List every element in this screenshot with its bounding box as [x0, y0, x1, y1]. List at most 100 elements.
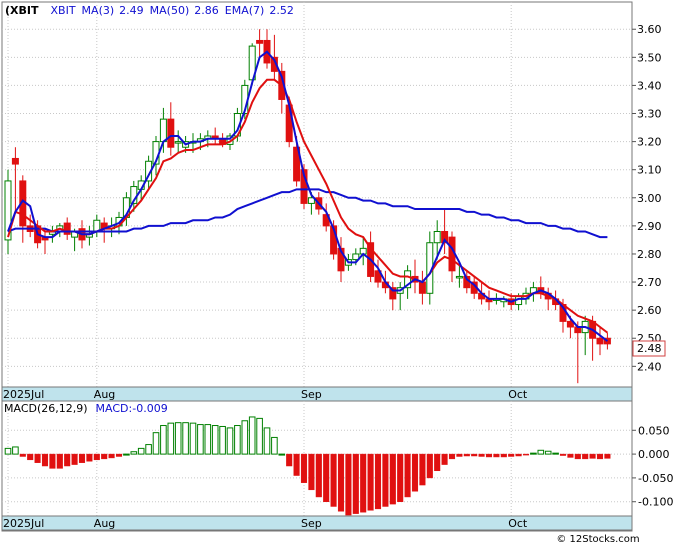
macd-bar: [71, 453, 78, 465]
macd-bar: [211, 425, 219, 455]
macd-title: MACD(26,12,9): [4, 402, 88, 415]
candle-body: [174, 141, 182, 144]
macd-bar: [367, 453, 374, 511]
candle-body: [63, 222, 71, 235]
macd-legend: MACD:-0.009: [96, 402, 168, 415]
macd-bar: [56, 453, 63, 469]
macd-bar: [604, 453, 611, 459]
price-tick-label: 2.70: [637, 276, 662, 289]
date-label: 2025Jul: [3, 388, 44, 401]
legend-ma3: MA(3): [82, 4, 115, 17]
price-tick-label: 2.90: [637, 220, 662, 233]
macd-bar: [567, 453, 574, 458]
legend-ema7-value: 2.52: [269, 4, 294, 17]
macd-bar: [493, 453, 500, 458]
macd-bar: [308, 453, 315, 491]
macd-bar: [471, 453, 478, 457]
price-tick-label: 3.60: [637, 23, 662, 36]
macd-bar: [219, 425, 226, 455]
macd-bar: [241, 420, 249, 455]
macd-bar: [27, 453, 34, 461]
price-tick-label: 2.80: [637, 248, 662, 261]
footer-credit: © 12Stocks.com: [556, 534, 639, 545]
macd-bar: [182, 422, 189, 455]
macd-bar: [256, 417, 263, 455]
macd-bar: [160, 425, 167, 455]
macd-bar: [478, 453, 485, 457]
macd-bar: [41, 453, 49, 467]
legend-ema7: EMA(7): [225, 4, 265, 17]
date-label: Oct: [508, 517, 528, 530]
svg-text:MACD(26,12,9)MACD:-0.009: MACD(26,12,9) MACD:-0.009: [4, 402, 168, 415]
macd-bar: [574, 453, 581, 460]
macd-bar: [530, 452, 537, 455]
legend-ma50: MA(50): [150, 4, 190, 17]
macd-bar: [337, 453, 345, 512]
macd-bar: [411, 453, 419, 492]
macd-tick-label: -0.050: [638, 472, 673, 485]
price-tick-label: 3.00: [637, 192, 662, 205]
macd-bar: [189, 422, 197, 455]
macd-bar: [293, 453, 300, 476]
macd-bar: [19, 453, 26, 457]
macd-bar: [197, 424, 204, 455]
date-label: Aug: [94, 517, 115, 530]
macd-bar: [582, 453, 589, 460]
legend-xbit: XBIT: [51, 4, 76, 17]
candle-body: [418, 281, 426, 294]
price-tick-label: 3.10: [637, 164, 662, 177]
stock-chart: 3.60 3.50 3.40 3.30 3.20 3.10 3.00 2.90 2.80 2.70…: [1, 1, 673, 545]
price-y-axis: 3.60 3.50 3.40 3.30 3.20 3.10 3.00 2.90 2.80 2.70…: [632, 23, 662, 373]
macd-bar: [49, 453, 56, 469]
candle-body: [159, 118, 167, 143]
candle-body: [455, 275, 463, 279]
macd-bar: [123, 453, 130, 456]
macd-bar: [537, 449, 545, 455]
candle-body: [11, 157, 19, 165]
date-label: Sep: [301, 517, 322, 530]
price-tick-label: 3.30: [637, 108, 662, 121]
date-label: Sep: [301, 388, 322, 401]
macd-bar: [456, 453, 463, 457]
macd-bar: [108, 453, 115, 459]
macd-bar: [404, 453, 411, 498]
macd-bar: [397, 453, 404, 502]
macd-bar: [78, 453, 86, 463]
macd-bar: [286, 453, 293, 467]
macd-bar: [485, 453, 493, 458]
macd-bar: [515, 453, 522, 457]
price-tick-label: 3.20: [637, 136, 662, 149]
candle-body: [167, 118, 175, 148]
macd-bar: [101, 453, 108, 460]
macd-bar: [330, 453, 337, 507]
macd-bar: [204, 424, 212, 455]
macd-bar: [352, 453, 359, 514]
macd-bar: [589, 453, 596, 459]
macd-tick-label: 0.000: [638, 448, 670, 461]
candle-body: [433, 230, 441, 244]
legend-ma3-value: 2.49: [119, 4, 144, 17]
macd-bar: [12, 446, 19, 455]
macd-bar: [382, 453, 389, 507]
macd-bar: [137, 447, 145, 455]
macd-bar: [345, 453, 352, 516]
macd-bar: [559, 453, 567, 456]
macd-bar: [315, 453, 322, 498]
macd-bar: [419, 453, 426, 486]
macd-bar: [544, 450, 552, 455]
legend-ma50-value: 2.86: [194, 4, 219, 17]
macd-bar: [323, 453, 330, 502]
candle-body: [256, 39, 264, 44]
macd-bar: [145, 444, 152, 455]
date-label: Oct: [508, 388, 528, 401]
macd-bar: [167, 422, 175, 455]
macd-bar: [389, 453, 396, 505]
macd-bar: [448, 453, 456, 460]
macd-bar: [248, 416, 256, 455]
macd-bar: [434, 453, 441, 472]
macd-bar: [234, 425, 241, 455]
macd-bar: [463, 453, 470, 457]
macd-bar: [86, 453, 93, 462]
macd-bar: [360, 453, 367, 513]
date-label: 2025Jul: [3, 517, 44, 530]
